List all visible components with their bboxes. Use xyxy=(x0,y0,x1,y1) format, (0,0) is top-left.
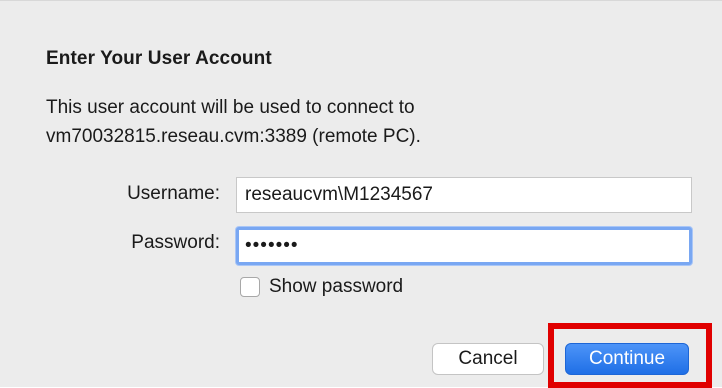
continue-button[interactable]: Continue xyxy=(565,343,689,375)
password-label: Password: xyxy=(131,232,220,253)
description-line-2: vm70032815.reseau.cvm:3389 (remote PC). xyxy=(46,126,421,147)
cancel-button[interactable]: Cancel xyxy=(432,343,544,375)
show-password-checkbox[interactable] xyxy=(240,277,260,297)
user-account-dialog: Enter Your User Account This user accoun… xyxy=(0,0,722,388)
username-field[interactable] xyxy=(236,177,692,213)
description-line-1: This user account will be used to connec… xyxy=(46,97,415,118)
dialog-description: This user account will be used to connec… xyxy=(46,93,646,151)
password-field[interactable] xyxy=(236,227,692,265)
dialog-title: Enter Your User Account xyxy=(46,48,272,69)
show-password-label: Show password xyxy=(269,276,404,297)
username-label: Username: xyxy=(127,183,220,204)
show-password-option[interactable]: Show password xyxy=(240,274,403,300)
